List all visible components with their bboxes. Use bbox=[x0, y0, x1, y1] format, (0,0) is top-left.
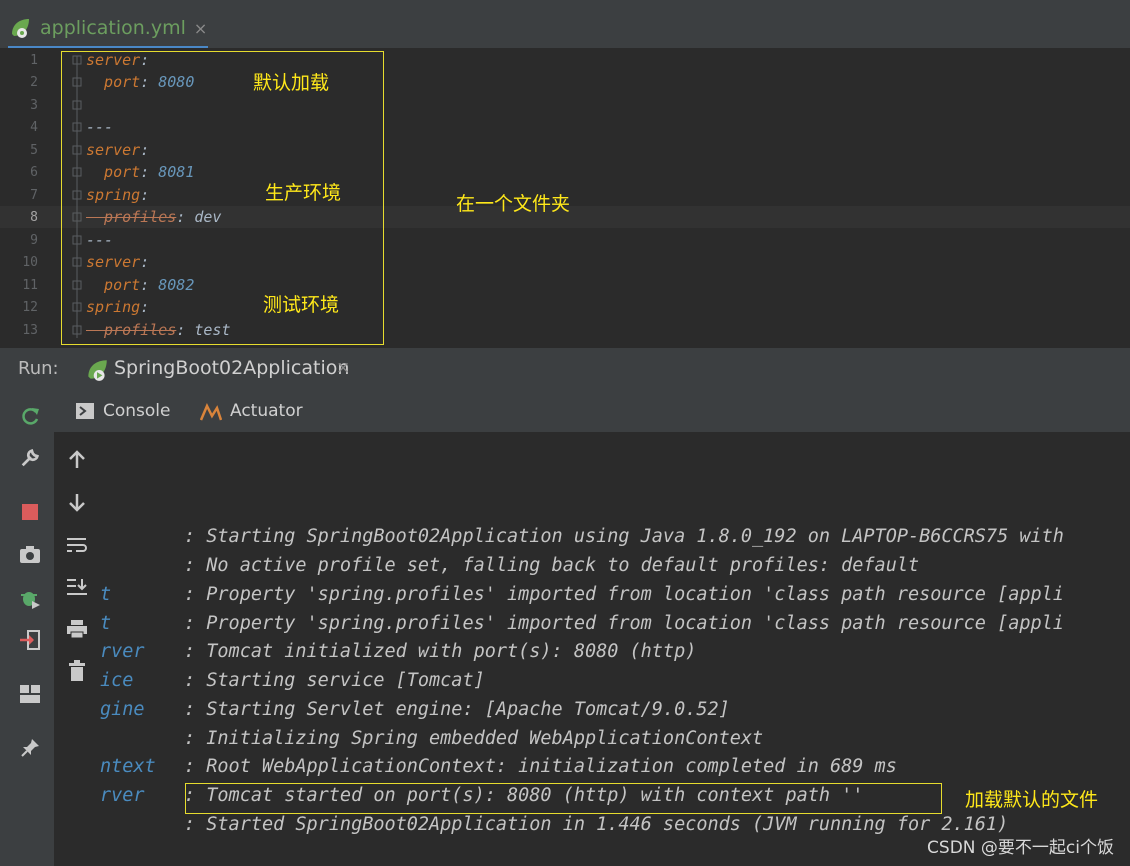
console-line: gine: Starting Servlet engine: [Apache T… bbox=[100, 699, 730, 720]
highlight-box bbox=[185, 783, 942, 814]
line-number: 8 bbox=[30, 210, 38, 225]
editor-tab-bar: application.yml × bbox=[0, 0, 1130, 49]
arrow-up-icon[interactable] bbox=[64, 446, 90, 472]
run-left-toolbar bbox=[0, 390, 54, 866]
annotation-production: 生产环境 bbox=[265, 182, 342, 204]
line-number: 4 bbox=[30, 120, 38, 135]
soft-wrap-icon[interactable] bbox=[64, 532, 90, 558]
console-line: : Starting SpringBoot02Application using… bbox=[184, 526, 1064, 547]
annotation-default-load: 默认加载 bbox=[253, 72, 330, 94]
print-icon[interactable] bbox=[64, 616, 90, 642]
stop-icon[interactable] bbox=[16, 498, 44, 526]
camera-icon[interactable] bbox=[16, 540, 44, 568]
tab-console[interactable]: Console bbox=[54, 390, 182, 435]
console-output[interactable]: : Starting SpringBoot02Application using… bbox=[100, 432, 1130, 866]
rerun-icon[interactable] bbox=[16, 402, 44, 430]
console-line: : No active profile set, falling back to… bbox=[184, 555, 920, 576]
line-number: 1 bbox=[30, 53, 38, 68]
login-icon[interactable] bbox=[16, 626, 44, 654]
line-number: 10 bbox=[22, 255, 38, 270]
debug-icon[interactable] bbox=[16, 584, 44, 612]
run-label: Run: bbox=[18, 358, 59, 379]
annotation-test: 测试环境 bbox=[263, 294, 340, 316]
run-config-name: SpringBoot02Application bbox=[114, 357, 350, 379]
tab-actuator[interactable]: Actuator bbox=[198, 390, 308, 432]
console-line: t: Property 'spring.profiles' imported f… bbox=[100, 613, 1064, 634]
tab-application-yml[interactable]: application.yml × bbox=[8, 10, 208, 49]
console-line: : Started SpringBoot02Application in 1.4… bbox=[184, 814, 1009, 835]
close-icon[interactable]: × bbox=[194, 19, 207, 38]
console-icon bbox=[76, 403, 94, 419]
line-number: 3 bbox=[30, 98, 38, 113]
line-number: 11 bbox=[22, 278, 38, 293]
line-number: 9 bbox=[30, 233, 38, 248]
console-line: : Initializing Spring embedded WebApplic… bbox=[184, 728, 764, 749]
spring-boot-icon bbox=[12, 19, 29, 38]
line-number: 6 bbox=[30, 165, 38, 180]
trash-icon[interactable] bbox=[64, 658, 90, 684]
close-icon[interactable]: × bbox=[336, 358, 350, 378]
console-line: ice: Starting service [Tomcat] bbox=[100, 670, 485, 691]
tab-label: application.yml bbox=[40, 17, 186, 39]
console-toolbar bbox=[54, 432, 100, 866]
line-number: 12 bbox=[22, 300, 38, 315]
console-line: rver: Tomcat initialized with port(s): 8… bbox=[100, 641, 697, 662]
annotation-load-default-file: 加载默认的文件 bbox=[965, 789, 1099, 811]
tab-label: Console bbox=[103, 401, 171, 421]
code-editor[interactable]: 1 2 3 4 5 6 7 8 9 10 11 12 13 server: po… bbox=[0, 48, 1130, 348]
annotation-same-folder: 在一个文件夹 bbox=[456, 193, 571, 215]
spring-boot-run-icon bbox=[88, 360, 107, 381]
line-number: 5 bbox=[30, 143, 38, 158]
pin-icon[interactable] bbox=[16, 734, 44, 762]
watermark: CSDN @要不一起ci个饭 bbox=[927, 838, 1114, 858]
run-subtabs: Console Actuator bbox=[54, 390, 1130, 435]
console-line: t: Property 'spring.profiles' imported f… bbox=[100, 584, 1064, 605]
scroll-to-end-icon[interactable] bbox=[64, 574, 90, 600]
actuator-icon bbox=[200, 403, 222, 421]
line-number: 13 bbox=[22, 323, 38, 338]
arrow-down-icon[interactable] bbox=[64, 490, 90, 516]
layout-icon[interactable] bbox=[16, 680, 44, 708]
line-gutter: 1 2 3 4 5 6 7 8 9 10 11 12 13 bbox=[0, 48, 55, 348]
run-config-tab[interactable]: SpringBoot02Application × bbox=[66, 348, 370, 393]
line-number: 2 bbox=[30, 75, 38, 90]
console-line: ntext: Root WebApplicationContext: initi… bbox=[100, 756, 897, 777]
run-tool-window-header: Run: SpringBoot02Application × bbox=[0, 348, 1130, 393]
line-number: 7 bbox=[30, 188, 38, 203]
wrench-icon[interactable] bbox=[16, 444, 44, 472]
tab-label: Actuator bbox=[230, 401, 303, 421]
